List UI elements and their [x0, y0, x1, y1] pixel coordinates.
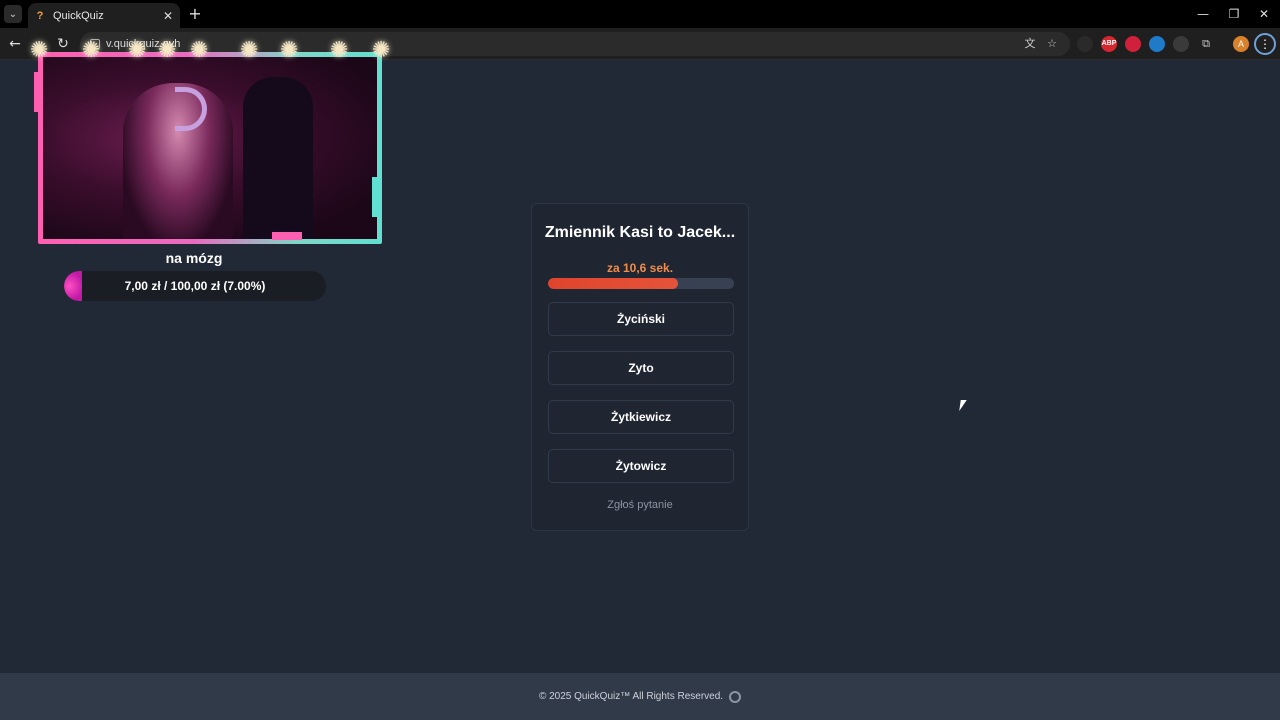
snowflake-light-icon: ✺ [190, 38, 209, 63]
snowflake-light-icon: ✺ [82, 38, 101, 63]
shield-ext-icon[interactable] [1077, 36, 1093, 52]
stream-goal-title: na mózg [165, 250, 223, 266]
webcam-background-person [243, 77, 313, 239]
back-button[interactable]: ← [6, 35, 24, 53]
timer-progress-bar [548, 278, 734, 289]
tab-close-icon[interactable]: ✕ [162, 10, 174, 22]
snowflake-light-icon: ✺ [240, 38, 259, 63]
string-lights-decoration: ✺ ✺ ✺ ✺ ✺ ✺ ✺ ✺ ✺ [30, 38, 400, 68]
frame-accent [34, 72, 40, 112]
answer-button-3[interactable]: Żytkiewicz [548, 400, 734, 434]
donation-goal-text: 7,00 zł / 100,00 zł (7.00%) [124, 279, 266, 293]
quickquiz-favicon-icon: ? [36, 9, 44, 22]
quiz-card: Zmiennik Kasi to Jacek... za 10,6 sek. Ż… [531, 203, 749, 531]
profile-avatar[interactable]: A [1233, 36, 1249, 52]
browser-tab[interactable]: ? QuickQuiz ✕ [28, 3, 180, 28]
minimize-button[interactable]: — [1193, 4, 1213, 24]
snowflake-light-icon: ✺ [158, 38, 177, 63]
timer-label: za 10,6 sek. [606, 261, 674, 275]
translate-icon[interactable]: 文 [1022, 36, 1038, 52]
webcam-video [43, 57, 377, 239]
snowflake-light-icon: ✺ [280, 38, 299, 63]
frame-accent [272, 232, 302, 240]
translate-ext-icon[interactable] [1149, 36, 1165, 52]
extensions-puzzle-icon[interactable]: ⧉ [1198, 36, 1214, 52]
bookmark-star-icon[interactable]: ☆ [1044, 36, 1060, 52]
browser-menu-button[interactable]: ⋮ [1254, 33, 1276, 55]
frame-accent [372, 177, 380, 217]
tab-search-button[interactable]: ⌄ [4, 5, 22, 23]
page-footer: © 2025 QuickQuiz™ All Rights Reserved. [0, 673, 1280, 720]
question-text: Zmiennik Kasi to Jacek... [544, 224, 736, 241]
timer-progress-fill [548, 278, 679, 289]
answer-button-1[interactable]: Życiński [548, 302, 734, 336]
github-icon[interactable] [729, 690, 742, 703]
close-window-button[interactable]: ✕ [1254, 4, 1274, 24]
answer-button-2[interactable]: Zyto [548, 351, 734, 385]
new-tab-button[interactable]: + [186, 5, 204, 23]
tab-title: QuickQuiz [53, 9, 104, 22]
snowflake-light-icon: ✺ [128, 38, 147, 63]
report-question-link[interactable]: Zgłoś pytanie [532, 499, 748, 511]
snowflake-light-icon: ✺ [330, 38, 349, 63]
mouse-cursor-icon [959, 400, 967, 411]
restore-button[interactable]: ❐ [1224, 4, 1244, 24]
footer-copyright: © 2025 QuickQuiz™ All Rights Reserved. [538, 691, 724, 702]
snowflake-light-icon: ✺ [30, 38, 49, 63]
webcam-frame [34, 52, 382, 244]
browser-tabbar: ⌄ ? QuickQuiz ✕ + — ❐ ✕ [0, 0, 1280, 28]
snowflake-light-icon: ✺ [372, 38, 391, 63]
adblock-ext-icon[interactable]: ABP [1101, 36, 1117, 52]
donation-goal-bar: 7,00 zł / 100,00 zł (7.00%) [64, 271, 326, 301]
red-ext-icon[interactable] [1125, 36, 1141, 52]
answer-button-4[interactable]: Żytowicz [548, 449, 734, 483]
grey-ext-icon[interactable] [1173, 36, 1189, 52]
